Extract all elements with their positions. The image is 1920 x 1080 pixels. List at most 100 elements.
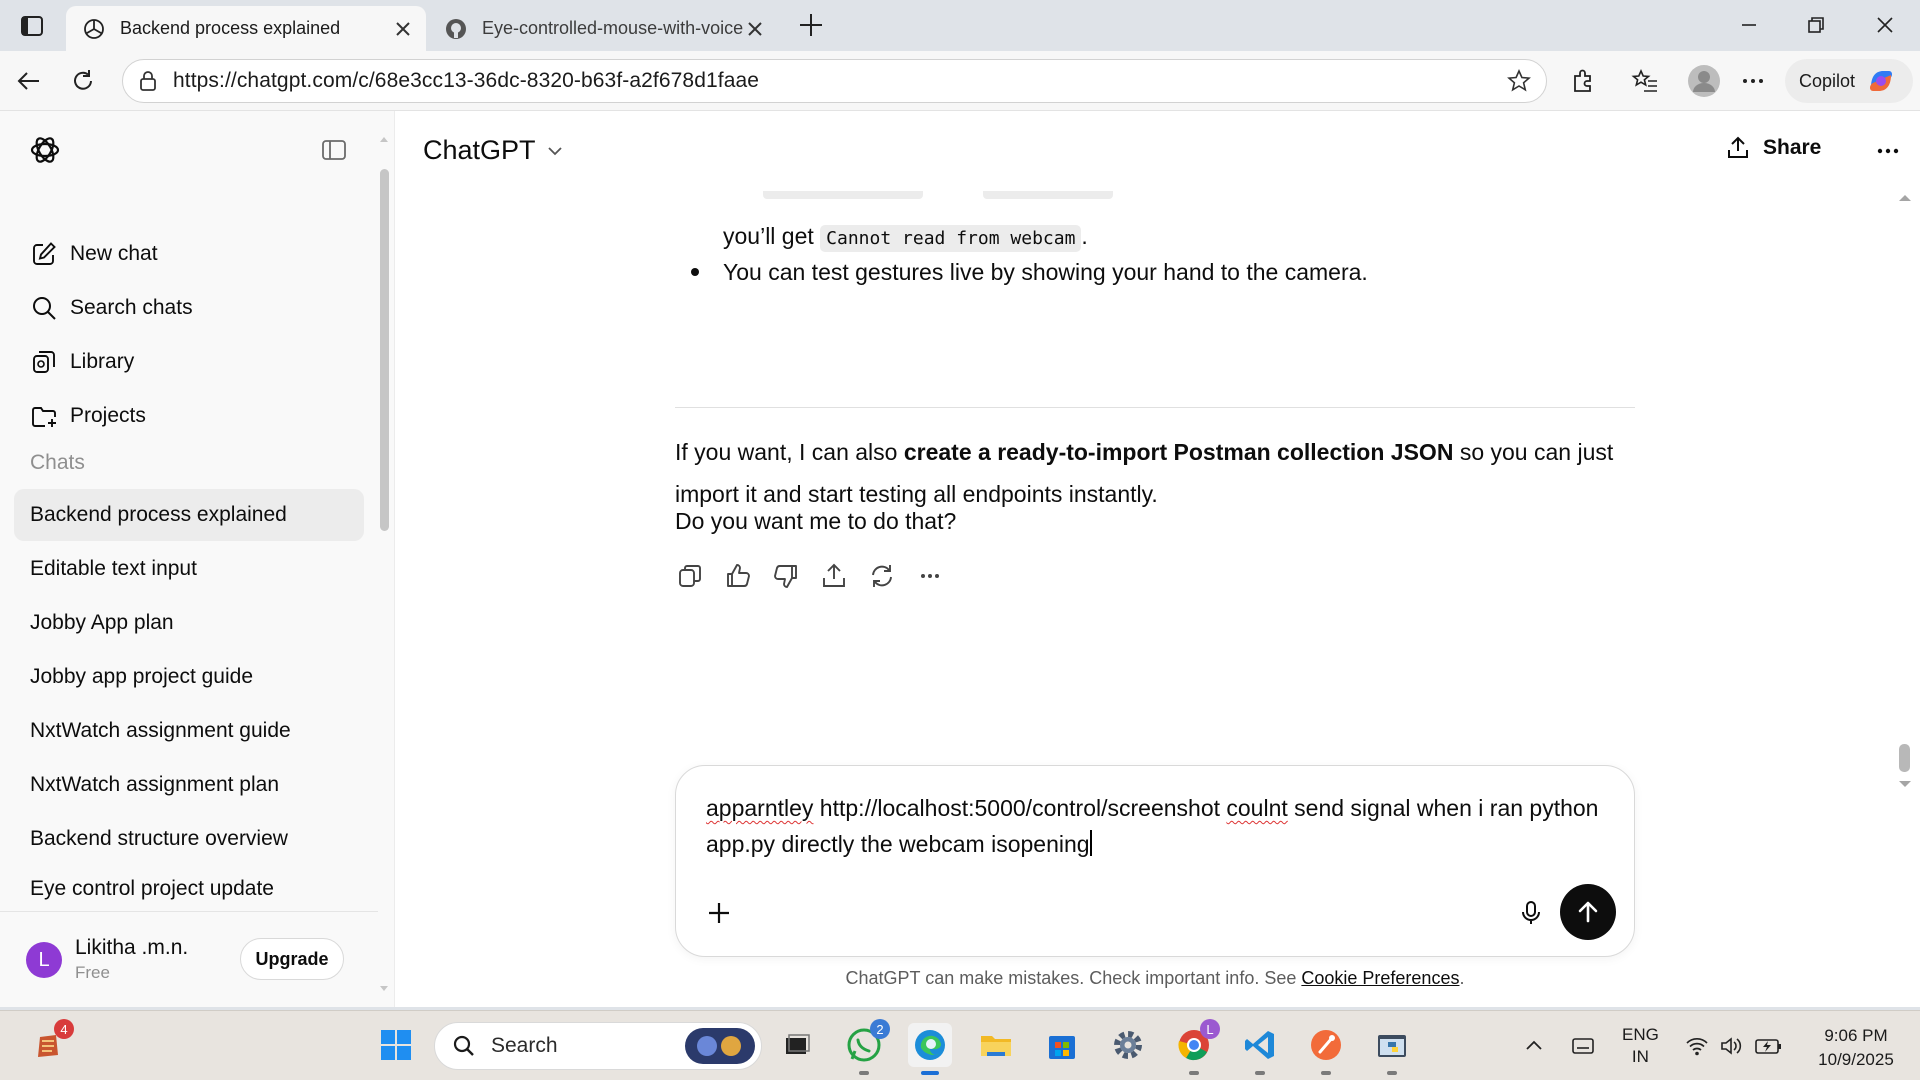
chat-item-nxtwatch-assignment-plan[interactable]: NxtWatch assignment plan [14,759,364,811]
chats-heading: Chats [30,451,85,474]
chat-item-backend-process-explained[interactable]: Backend process explained [14,489,364,541]
share-message-icon[interactable] [819,561,849,591]
chat-item-jobby-app-project-guide[interactable]: Jobby app project guide [14,651,364,703]
browser-menu-icon[interactable] [1738,66,1768,96]
copilot-button[interactable]: Copilot [1785,59,1913,103]
vscode-icon[interactable] [1238,1023,1282,1075]
tab-title: Eye-controlled-mouse-with-voice [482,18,744,38]
disclaimer: ChatGPT can make mistakes. Check importa… [845,968,1465,988]
tab-close-icon[interactable] [744,18,766,40]
widgets-app-icon[interactable]: 4 [26,1019,74,1067]
language-indicator[interactable]: ENG IN [1622,1011,1659,1080]
arrow-up-icon [1578,901,1598,923]
system-clock[interactable]: 9:06 PM 10/9/2025 [1804,1024,1908,1072]
taskbar-search[interactable]: Search [434,1022,762,1070]
regenerate-icon[interactable] [867,561,897,591]
microsoft-store-icon[interactable] [1040,1023,1084,1067]
chat-item-backend-structure-overview[interactable]: Backend structure overview [14,813,364,865]
chat-scrollbar[interactable] [1895,191,1915,911]
notification-badge: 4 [54,1019,74,1039]
edit-icon [30,240,58,268]
wifi-icon[interactable] [1684,1011,1710,1080]
close-window-icon[interactable] [1872,12,1898,38]
address-bar[interactable]: https://chatgpt.com/c/68e3cc13-36dc-8320… [122,59,1547,103]
chat-item-jobby-app-plan[interactable]: Jobby App plan [14,597,364,649]
thumbs-down-icon[interactable] [771,561,801,591]
sidebar-item-new-chat[interactable]: New chat [14,228,364,280]
settings-gear-icon[interactable] [1106,1023,1150,1067]
taskbar-search-label: Search [491,1034,558,1057]
python-idle-icon[interactable] [1370,1023,1414,1075]
file-explorer-icon[interactable] [974,1023,1018,1067]
minimize-icon[interactable] [1736,12,1762,38]
windows-start-icon[interactable] [374,1023,418,1067]
microphone-icon[interactable] [1516,898,1546,928]
bullet-dot [691,268,699,276]
user-avatar[interactable]: L [26,942,62,978]
message-composer[interactable]: apparntley http://localhost:5000/control… [675,765,1635,957]
more-actions-icon[interactable] [915,561,945,591]
battery-charging-icon[interactable] [1754,1011,1784,1080]
sidebar-item-label: Projects [70,404,146,427]
edge-icon[interactable] [908,1023,952,1075]
favorites-icon[interactable] [1630,66,1660,96]
misspelled-word: coulnt [1226,795,1288,821]
cookie-preferences-link[interactable]: Cookie Preferences [1301,968,1459,988]
chat-item-eye-control-project-update[interactable]: Eye control project update [14,867,364,907]
upgrade-button[interactable]: Upgrade [240,938,344,980]
back-icon[interactable] [14,66,44,96]
sidebar-item-label: New chat [70,242,158,265]
sidebar-item-label: Library [70,350,135,373]
model-name: ChatGPT [423,135,536,165]
send-button[interactable] [1560,884,1616,940]
user-plan: Free [75,963,110,982]
more-options-icon[interactable] [1873,136,1903,166]
chat-header: ChatGPT Share [395,111,1920,191]
sidebar-item-label: Search chats [70,296,193,319]
sidebar-toggle-icon[interactable] [320,136,348,164]
tab-actions-icon[interactable] [18,12,46,40]
chat-item-nxtwatch-assignment-guide[interactable]: NxtWatch assignment guide [14,705,364,757]
composer-input[interactable]: apparntley http://localhost:5000/control… [706,790,1606,862]
thumbs-up-icon[interactable] [723,561,753,591]
favorite-star-icon[interactable] [1506,68,1532,94]
profile-avatar-icon[interactable] [1686,63,1722,99]
share-button[interactable]: Share [1725,135,1821,161]
site-info-icon[interactable] [137,70,159,92]
chrome-icon[interactable]: L [1172,1019,1220,1075]
chatgpt-logo-icon[interactable] [28,133,62,167]
clipped-previous-line [763,191,1173,201]
tab-backend-process[interactable]: Backend process explained [66,6,426,51]
inline-code: Cannot read from webcam [820,225,1082,252]
chat-scroll-thumb[interactable] [1899,744,1910,772]
show-hidden-icons[interactable] [1522,1011,1546,1080]
assistant-question: Do you want me to do that? [675,508,957,534]
extensions-icon[interactable] [1568,66,1598,96]
sidebar-scroll-thumb[interactable] [380,169,389,531]
tab-eye-controlled-mouse[interactable]: Eye-controlled-mouse-with-voice [428,6,778,51]
windows-taskbar: 4 Search 2 L ENG IN 9:06 PM 10/9/2025 [0,1010,1920,1080]
main-chat-area: ChatGPT Share you’ll get Cannot read fro… [395,111,1920,1007]
touch-keyboard-icon[interactable] [1570,1011,1596,1080]
copy-icon[interactable] [675,561,705,591]
refresh-icon[interactable] [68,66,98,96]
restore-icon[interactable] [1803,12,1829,38]
url-text[interactable]: https://chatgpt.com/c/68e3cc13-36dc-8320… [173,69,1506,93]
model-selector[interactable]: ChatGPT [423,135,564,166]
task-view-icon[interactable] [774,1023,818,1067]
chat-item-editable-text-input[interactable]: Editable text input [14,543,364,595]
postman-icon[interactable] [1304,1023,1348,1075]
sidebar-scrollbar[interactable] [378,137,390,1011]
user-account-panel[interactable]: L Likitha .m.n. Free Upgrade [0,911,378,1007]
attach-plus-icon[interactable] [704,898,734,928]
search-icon [30,294,58,322]
sidebar-item-search-chats[interactable]: Search chats [14,282,364,334]
divider [675,407,1635,408]
whatsapp-icon[interactable]: 2 [842,1019,890,1075]
misspelled-word: apparntley [706,795,814,821]
new-tab-icon[interactable] [796,10,826,40]
sidebar-item-library[interactable]: Library [14,336,364,388]
volume-icon[interactable] [1718,1011,1744,1080]
sidebar-item-projects[interactable]: Projects [14,390,364,442]
tab-close-icon[interactable] [392,18,414,40]
